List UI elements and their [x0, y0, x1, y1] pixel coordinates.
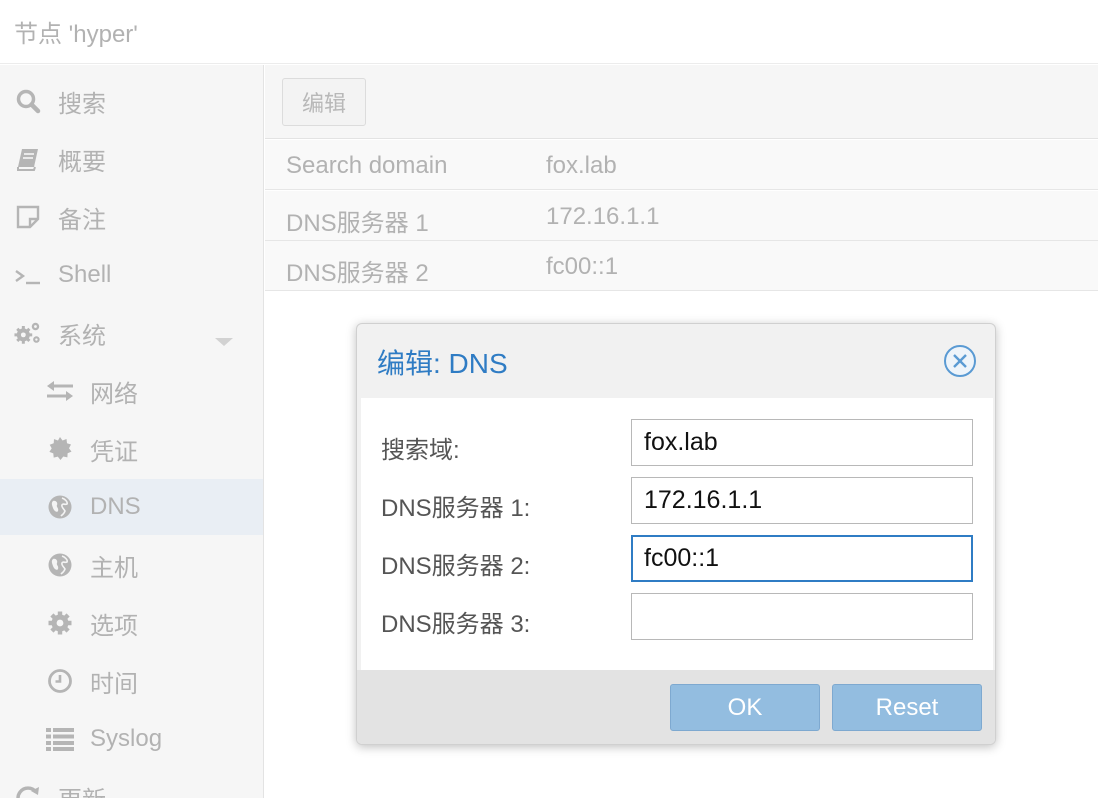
dns-server-3-label: DNS服务器 3: — [381, 611, 531, 638]
sidebar-item-label: 搜索 — [58, 90, 106, 118]
dns-server-2-input[interactable] — [631, 535, 973, 582]
sidebar-item-search[interactable]: 搜索 — [0, 73, 263, 129]
dialog-form: 搜索域: DNS服务器 1: DNS服务器 2: DNS服务器 3: — [361, 398, 993, 670]
reset-button[interactable]: Reset — [832, 684, 982, 731]
note-icon — [14, 203, 42, 231]
sidebar-item-label: 凭证 — [90, 438, 138, 466]
search-icon — [14, 87, 42, 115]
dns-server-3-input[interactable] — [631, 593, 973, 640]
search-domain-input[interactable] — [631, 419, 973, 466]
sidebar-item-label: 概要 — [58, 148, 106, 176]
sidebar-item-shell[interactable]: Shell — [0, 247, 263, 303]
sidebar-item-label: 主机 — [90, 554, 138, 582]
app-window: 节点 'hyper' 搜索 概要 备注 Shell 系统 网络 凭证 DNS 主… — [0, 0, 1098, 798]
dialog-title: 编辑: DNS — [377, 348, 508, 379]
sidebar-item-certificates[interactable]: 凭证 — [0, 421, 263, 477]
gears-icon — [14, 319, 42, 347]
close-icon[interactable] — [943, 344, 977, 378]
sidebar-item-label: DNS — [90, 493, 141, 520]
gear-icon — [46, 609, 74, 637]
certificate-icon — [46, 435, 74, 463]
grid-row-key: DNS服务器 1 — [286, 210, 429, 237]
grid-row-value: 172.16.1.1 — [546, 203, 660, 230]
dns-server-1-input[interactable] — [631, 477, 973, 524]
dialog-footer: OK Reset — [357, 670, 995, 744]
exchange-icon — [46, 377, 74, 405]
sidebar-item-time[interactable]: 时间 — [0, 653, 263, 709]
globe-icon — [46, 493, 74, 521]
search-domain-label: 搜索域: — [381, 437, 460, 464]
sidebar-item-label: 备注 — [58, 206, 106, 234]
sidebar-item-syslog[interactable]: Syslog — [0, 711, 263, 767]
sidebar-item-label: 更新 — [58, 780, 106, 798]
sidebar-item-hosts[interactable]: 主机 — [0, 537, 263, 593]
edit-dns-dialog: 编辑: DNS 搜索域: DNS服务器 1: DNS服务器 2: DNS服务器 … — [356, 323, 996, 745]
header-bar: 节点 'hyper' — [0, 0, 1098, 64]
grid-row-key: Search domain — [286, 152, 448, 179]
sidebar-item-options[interactable]: 选项 — [0, 595, 263, 651]
grid-row-value: fox.lab — [546, 152, 617, 179]
sidebar-item-label: 时间 — [90, 670, 138, 698]
grid-row[interactable]: Search domain fox.lab — [265, 140, 1098, 190]
sidebar-nav: 搜索 概要 备注 Shell 系统 网络 凭证 DNS 主机 选项 时间 Sys… — [0, 65, 264, 798]
sidebar-item-label: 网络 — [90, 380, 138, 408]
dns-server-2-label: DNS服务器 2: — [381, 553, 531, 580]
edit-button[interactable]: 编辑 — [282, 78, 366, 126]
book-icon — [14, 145, 42, 173]
sidebar-item-summary[interactable]: 概要 — [0, 131, 263, 187]
dns-server-1-label: DNS服务器 1: — [381, 495, 531, 522]
sidebar-item-dns[interactable]: DNS — [0, 479, 263, 535]
globe-icon — [46, 551, 74, 579]
terminal-icon — [14, 261, 42, 289]
ok-button[interactable]: OK — [670, 684, 820, 731]
sidebar-item-network[interactable]: 网络 — [0, 363, 263, 419]
grid-row-value: fc00::1 — [546, 253, 619, 280]
list-icon — [46, 725, 74, 753]
clock-icon — [46, 667, 74, 695]
sidebar-item-system[interactable]: 系统 — [0, 305, 263, 361]
grid-row[interactable]: DNS服务器 1 172.16.1.1 — [265, 191, 1098, 241]
page-title: 节点 'hyper' — [14, 21, 138, 48]
sidebar-item-label: 系统 — [58, 322, 106, 350]
refresh-icon — [14, 783, 42, 798]
sidebar-item-notes[interactable]: 备注 — [0, 189, 263, 245]
sidebar-item-label: Shell — [58, 261, 112, 288]
grid-row[interactable]: DNS服务器 2 fc00::1 — [265, 241, 1098, 291]
grid-row-key: DNS服务器 2 — [286, 260, 429, 287]
sidebar-item-label: 选项 — [90, 612, 138, 640]
chevron-down-icon[interactable] — [214, 327, 234, 346]
toolbar: 编辑 — [265, 65, 1098, 139]
sidebar-item-label: Syslog — [90, 725, 163, 752]
chevron-down-icon[interactable] — [214, 791, 234, 798]
sidebar-item-updates[interactable]: 更新 — [0, 769, 263, 798]
